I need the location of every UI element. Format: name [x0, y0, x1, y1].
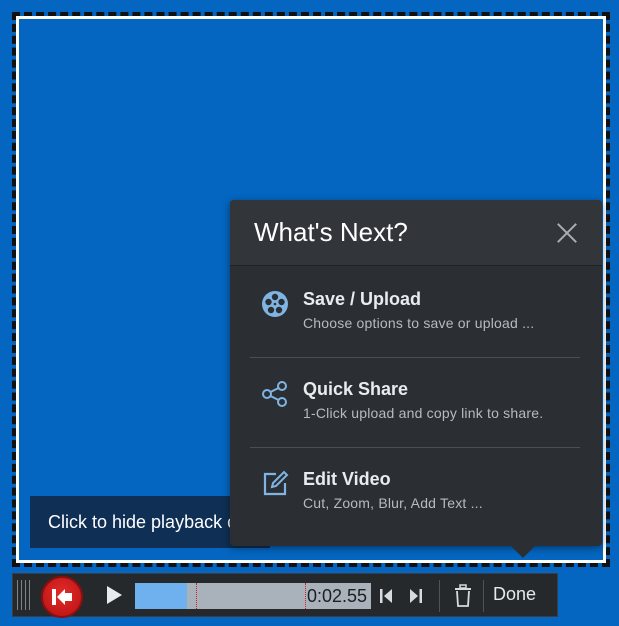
- capture-stage: Click to hide playback controls What's N…: [0, 0, 619, 626]
- record-restart-icon: [52, 589, 72, 605]
- skip-start-icon[interactable]: [375, 585, 397, 607]
- save-upload-label: Save / Upload: [303, 289, 422, 309]
- timeline-progress: [135, 583, 187, 609]
- save-upload-option[interactable]: Save / Upload Choose options to save or …: [230, 267, 602, 357]
- trash-icon[interactable]: [453, 584, 473, 608]
- edit-icon: [263, 470, 289, 496]
- share-icon: [262, 381, 287, 407]
- save-upload-description: Choose options to save or upload ...: [303, 315, 535, 331]
- quick-share-label: Quick Share: [303, 379, 409, 399]
- whats-next-popup: What's Next? Save / Upload Choose option…: [230, 200, 602, 558]
- edit-video-label: Edit Video: [303, 469, 391, 489]
- edit-video-description: Cut, Zoom, Blur, Add Text ...: [303, 495, 483, 511]
- popup-pointer: [511, 546, 535, 558]
- film-reel-icon: [262, 291, 288, 317]
- edit-video-option[interactable]: Edit Video Cut, Zoom, Blur, Add Text ...: [230, 447, 602, 537]
- record-restart-button[interactable]: [41, 576, 83, 618]
- toolbar-divider: [483, 580, 484, 612]
- done-button[interactable]: Done: [493, 584, 536, 605]
- drag-grip-icon[interactable]: [17, 580, 33, 610]
- skip-end-icon[interactable]: [405, 585, 427, 607]
- timeline-scrubber[interactable]: 0:02.55: [135, 583, 371, 609]
- popup-title: What's Next?: [254, 217, 408, 247]
- time-readout: 0:02.55: [306, 586, 367, 606]
- toolbar-divider: [439, 580, 440, 612]
- timeline-marker: [305, 583, 306, 609]
- quick-share-option[interactable]: Quick Share 1-Click upload and copy link…: [230, 357, 602, 447]
- timeline-marker: [196, 583, 197, 609]
- play-icon[interactable]: [103, 584, 125, 606]
- close-icon[interactable]: [554, 220, 580, 246]
- popup-header: What's Next?: [230, 200, 602, 266]
- playback-controls: 0:02.55 Done: [12, 573, 558, 618]
- quick-share-description: 1-Click upload and copy link to share.: [303, 405, 544, 421]
